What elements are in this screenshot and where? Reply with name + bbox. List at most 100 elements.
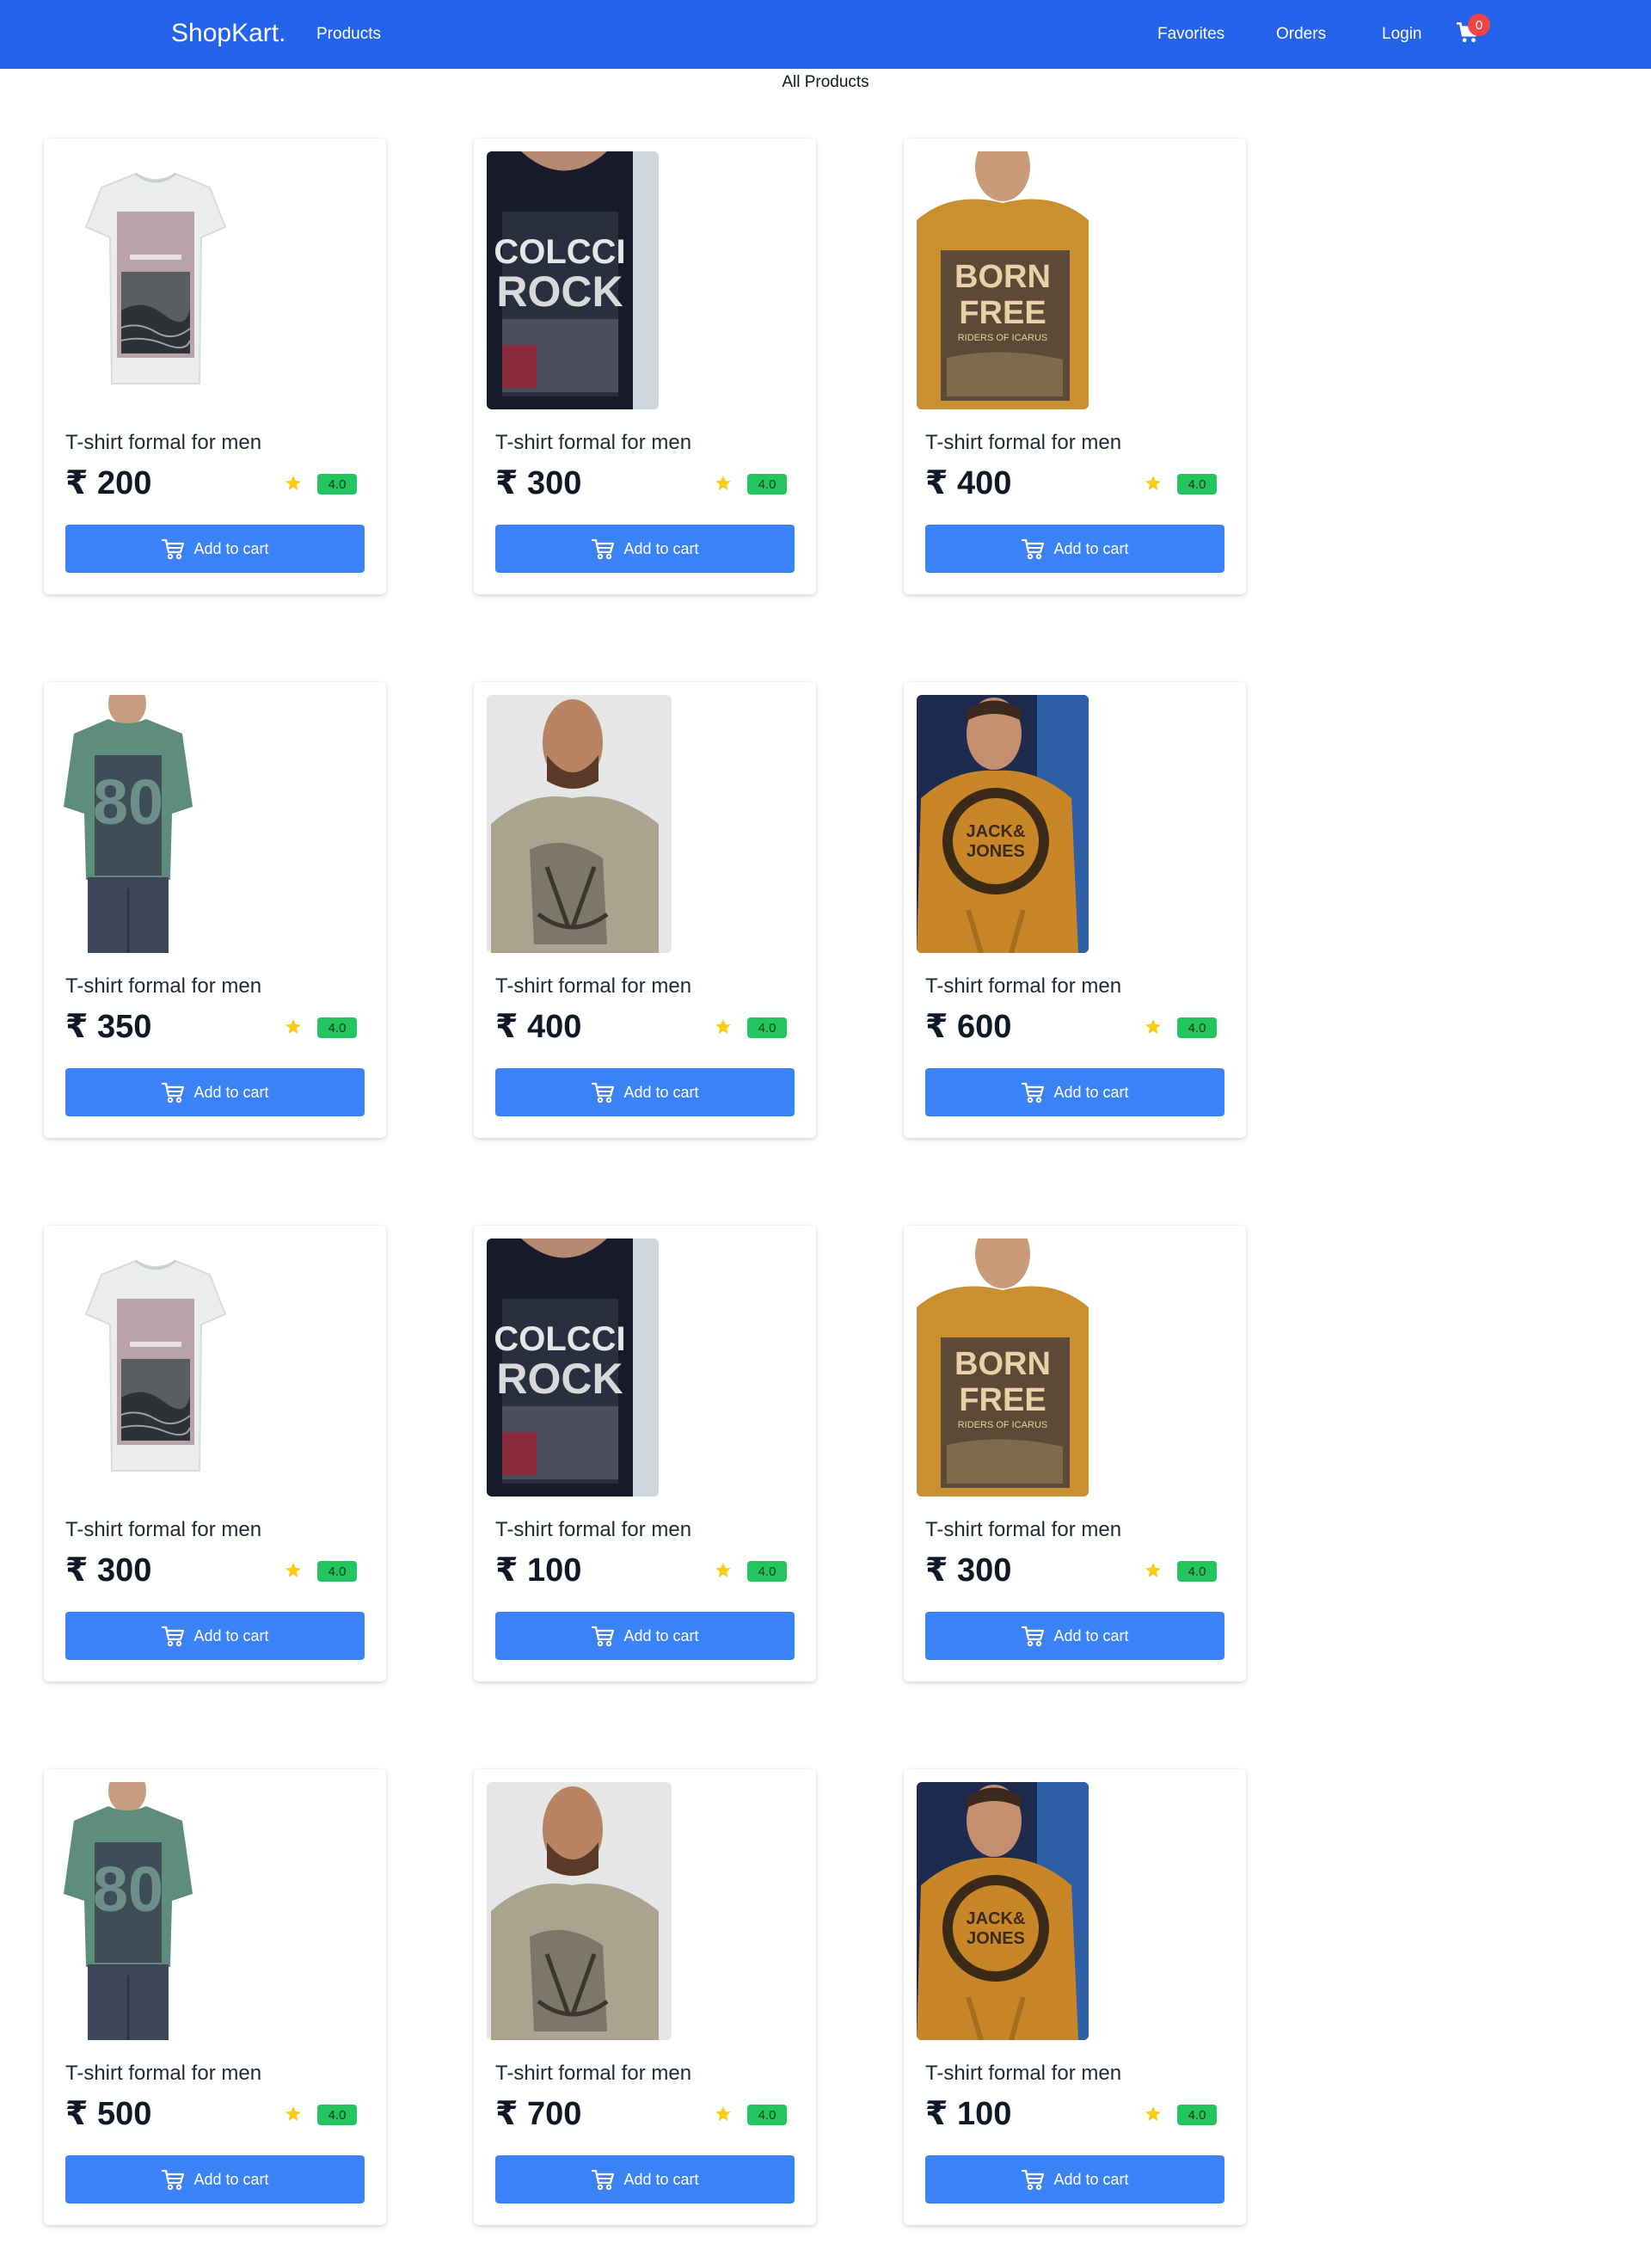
add-to-cart-button[interactable]: Add to cart: [495, 2155, 795, 2203]
svg-text:RIDERS OF ICARUS: RIDERS OF ICARUS: [958, 1420, 1048, 1430]
svg-text:COLCCI: COLCCI: [494, 233, 625, 271]
product-image[interactable]: [57, 1238, 255, 1497]
add-to-cart-label: Add to cart: [193, 1083, 269, 1101]
product-image[interactable]: [487, 695, 672, 953]
add-to-cart-button[interactable]: Add to cart: [925, 525, 1224, 573]
product-price: ₹ 400: [495, 1009, 582, 1045]
cart-icon: [161, 537, 185, 561]
add-to-cart-button[interactable]: Add to cart: [65, 525, 365, 573]
svg-text:ROCK: ROCK: [496, 267, 623, 316]
product-card[interactable]: JACK& JONES T-shirt formal for men ₹ 100…: [904, 1769, 1246, 2225]
product-card[interactable]: 80 T-shirt formal for men ₹ 350 4.0 Add …: [44, 682, 386, 1138]
rating-badge: 4.0: [317, 2105, 357, 2125]
cart-icon: [591, 1080, 615, 1104]
star-icon: [1145, 475, 1162, 492]
product-image[interactable]: BORN FREE RIDERS OF ICARUS: [917, 1238, 1089, 1497]
product-image[interactable]: COLCCI ROCK: [487, 151, 659, 409]
product-title: T-shirt formal for men: [925, 974, 1122, 998]
nav-favorites-link[interactable]: Favorites: [1157, 25, 1224, 44]
product-title: T-shirt formal for men: [925, 1518, 1122, 1541]
rating-badge: 4.0: [317, 1561, 357, 1582]
product-card[interactable]: T-shirt formal for men ₹ 700 4.0 Add to …: [474, 1769, 816, 2225]
svg-text:JACK&: JACK&: [967, 1909, 1026, 1928]
product-image[interactable]: [487, 1782, 672, 2040]
nav-login-link[interactable]: Login: [1382, 25, 1422, 44]
svg-text:80: 80: [93, 766, 163, 838]
add-to-cart-button[interactable]: Add to cart: [925, 2155, 1224, 2203]
svg-text:RIDERS OF ICARUS: RIDERS OF ICARUS: [958, 333, 1048, 343]
cart-icon: [1021, 1080, 1045, 1104]
product-card[interactable]: COLCCI ROCK T-shirt formal for men ₹ 100…: [474, 1226, 816, 1681]
cart-icon: [1021, 2167, 1045, 2191]
product-title: T-shirt formal for men: [495, 431, 692, 454]
product-title: T-shirt formal for men: [495, 2062, 692, 2085]
add-to-cart-button[interactable]: Add to cart: [495, 1612, 795, 1660]
product-title: T-shirt formal for men: [495, 1518, 692, 1541]
rating-badge: 4.0: [317, 474, 357, 495]
svg-text:JONES: JONES: [967, 1929, 1025, 1948]
product-title: T-shirt formal for men: [65, 1518, 262, 1541]
product-image[interactable]: BORN FREE RIDERS OF ICARUS: [917, 151, 1089, 409]
add-to-cart-label: Add to cart: [623, 539, 699, 557]
svg-text:80: 80: [93, 1853, 163, 1925]
star-icon: [285, 2105, 302, 2123]
svg-text:FREE: FREE: [959, 1382, 1046, 1418]
rating-badge: 4.0: [1177, 474, 1217, 495]
cart-icon: [1021, 537, 1045, 561]
svg-text:FREE: FREE: [959, 295, 1046, 331]
product-card[interactable]: T-shirt formal for men ₹ 200 4.0 Add to …: [44, 138, 386, 594]
add-to-cart-button[interactable]: Add to cart: [65, 2155, 365, 2203]
product-card[interactable]: T-shirt formal for men ₹ 300 4.0 Add to …: [44, 1226, 386, 1681]
rating-badge: 4.0: [747, 1561, 787, 1582]
product-image[interactable]: JACK& JONES: [917, 1782, 1089, 2040]
page-heading: All Products: [782, 73, 869, 91]
star-icon: [715, 475, 732, 492]
add-to-cart-label: Add to cart: [1053, 539, 1129, 557]
rating-badge: 4.0: [747, 2105, 787, 2125]
product-image[interactable]: 80: [57, 1782, 199, 2040]
add-to-cart-button[interactable]: Add to cart: [65, 1068, 365, 1116]
add-to-cart-button[interactable]: Add to cart: [65, 1612, 365, 1660]
brand-logo[interactable]: ShopKart.: [171, 19, 285, 48]
add-to-cart-label: Add to cart: [193, 539, 269, 557]
add-to-cart-label: Add to cart: [1053, 1626, 1129, 1644]
product-image[interactable]: [57, 151, 255, 409]
product-price: ₹ 100: [495, 1552, 582, 1589]
add-to-cart-button[interactable]: Add to cart: [925, 1068, 1224, 1116]
product-image[interactable]: JACK& JONES: [917, 695, 1089, 953]
star-icon: [285, 1562, 302, 1579]
product-price: ₹ 300: [65, 1552, 152, 1589]
cart-icon: [591, 1624, 615, 1648]
add-to-cart-button[interactable]: Add to cart: [495, 1068, 795, 1116]
product-image[interactable]: 80: [57, 695, 199, 953]
product-price: ₹ 700: [495, 2096, 582, 2132]
svg-text:BORN: BORN: [954, 1346, 1051, 1382]
add-to-cart-label: Add to cart: [193, 1626, 269, 1644]
product-price: ₹ 600: [925, 1009, 1012, 1045]
svg-text:JACK&: JACK&: [967, 822, 1026, 841]
add-to-cart-label: Add to cart: [1053, 1083, 1129, 1101]
star-icon: [1145, 2105, 1162, 2123]
cart-icon: [161, 1080, 185, 1104]
nav-products-link[interactable]: Products: [316, 25, 381, 44]
product-price: ₹ 300: [925, 1552, 1012, 1589]
product-price: ₹ 400: [925, 465, 1012, 501]
add-to-cart-button[interactable]: Add to cart: [495, 525, 795, 573]
add-to-cart-label: Add to cart: [623, 2170, 699, 2188]
product-image[interactable]: COLCCI ROCK: [487, 1238, 659, 1497]
rating-badge: 4.0: [1177, 1017, 1217, 1038]
product-card[interactable]: BORN FREE RIDERS OF ICARUS T-shirt forma…: [904, 138, 1246, 594]
product-card[interactable]: T-shirt formal for men ₹ 400 4.0 Add to …: [474, 682, 816, 1138]
product-price: ₹ 100: [925, 2096, 1012, 2132]
svg-text:JONES: JONES: [967, 842, 1025, 861]
product-card[interactable]: 80 T-shirt formal for men ₹ 500 4.0 Add …: [44, 1769, 386, 2225]
product-card[interactable]: BORN FREE RIDERS OF ICARUS T-shirt forma…: [904, 1226, 1246, 1681]
product-card[interactable]: JACK& JONES T-shirt formal for men ₹ 600…: [904, 682, 1246, 1138]
product-card[interactable]: COLCCI ROCK T-shirt formal for men ₹ 300…: [474, 138, 816, 594]
rating-badge: 4.0: [317, 1017, 357, 1038]
add-to-cart-label: Add to cart: [623, 1626, 699, 1644]
nav-orders-link[interactable]: Orders: [1276, 25, 1326, 44]
rating-badge: 4.0: [747, 1017, 787, 1038]
svg-text:BORN: BORN: [954, 259, 1051, 295]
add-to-cart-button[interactable]: Add to cart: [925, 1612, 1224, 1660]
